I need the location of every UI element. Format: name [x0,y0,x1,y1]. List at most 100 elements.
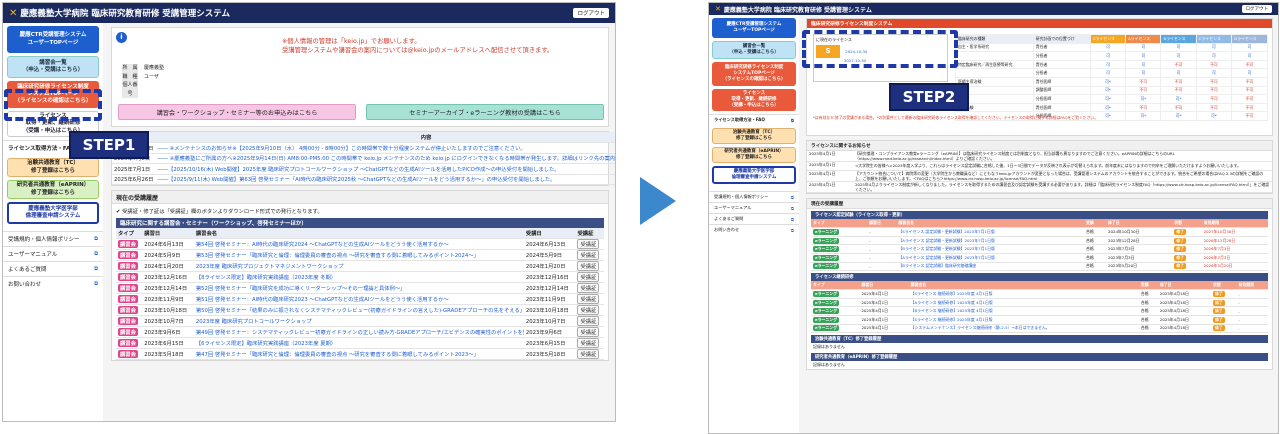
history-cell[interactable]: 【Bライセンス 継続研修】2025年度 4月1日版 [908,306,1139,316]
sidebar-button[interactable]: 慶應義塾大学医学部 倫理審査申請システム [712,166,796,184]
course-name[interactable]: 第51回 啓発セミナー：AI時代の臨床研究2023 〜ChatGPTなどの生成A… [193,293,524,305]
course-name[interactable]: 【6ライセンス限定】臨床研究実践講座（2023年度 夏期） [193,337,524,349]
sidebar-button[interactable]: 慶應CTR受講管理システム ユーザーTOPページ [7,26,99,53]
sidebar-link[interactable]: よくあるご質問 ⧉ [3,261,103,276]
done-badge: 修了 [1174,228,1187,235]
history-header: タイプ [811,219,868,229]
apply-workshop-button[interactable]: 講習会・ワークショップ・セミナー等のお申込みはこちら [118,104,356,120]
course-name[interactable]: 【8ライセンス限定】臨床研究実践講座（2023年度 冬期） [193,271,524,283]
course-name[interactable]: 2023年度 臨床研究プロジェクトマネジメントワークショップ [193,260,524,272]
course-name[interactable]: 2023年度 臨床研究プロトコールワークショップ [193,315,524,327]
sidebar-button[interactable]: 治験共通教育（TC） 修了登録はこちら [7,158,99,177]
history-sec1: ライセンス認定試験（ライセンス取得・更新） [811,211,1268,220]
certificate-button[interactable]: 受講証 [577,261,600,271]
history-cell[interactable]: 【システムメンテナンス】ライセンス継続研修（静-2-5）→本日はできません。 [908,324,1139,334]
license-grid-cell: 可 [1231,42,1268,53]
license-news-panel: ライセンスに関するお知らせ 2025年4月1日 【研究倫理・コンプライアンス教育e… [806,140,1273,195]
course-name[interactable]: 第53回 啓発セミナー「臨床研究と倫理：倫理委員の審査の視点 〜研究を審査する側… [193,249,524,261]
attend-date: 2023年12月14日 [523,282,576,294]
course-badge: 講習会 [118,262,138,270]
history-cell[interactable]: 【Aライセンス 認定試験・更新試験】2023年7月1日版 [896,236,1085,246]
logout-button[interactable]: ログアウト [1241,5,1272,13]
news-header-content: 内容 [155,132,615,143]
certificate-button[interactable]: 受講証 [577,283,600,293]
history-row: eラーニング 2025年4月1日 【システムメンテナンス】ライセンス継続研修（静-2… [811,324,1268,334]
certificate-button[interactable]: 受講証 [577,239,600,249]
history-cell[interactable]: 【Sライセンス 継続研修】2025年度 4月1日版 [908,315,1139,325]
attend-date: 2024年5月9日 [523,249,576,261]
license-grid-row: 特定臨床研究／再生医療等研究 責任者可可不可 不可 不可 [955,59,1268,70]
seminar-archive-button[interactable]: セミナーアーカイブ・eラーニング教材の受講はこちら [366,104,604,120]
history-type: eラーニング [811,289,860,299]
external-link-icon: ⧉ [94,235,98,242]
history-cell: 2023年7月3日 [1106,253,1173,263]
certificate-button[interactable]: 受講証 [577,294,600,304]
news-link[interactable]: ―― ※慶應義塾にご所属の方へ※2025年9月14日(日) AM8:00-PM5… [155,153,615,164]
license-grid-header: Aライセンス [1125,34,1162,44]
sidebar-link-label: ユーザーマニュアル [714,205,752,210]
certificate-button[interactable]: 受講証 [577,338,600,348]
history-cell[interactable]: 【Bライセンス 認定試験・更新試験】2023年7月1日版 [896,244,1085,254]
sidebar-button[interactable]: 研究者共通教育（eAPRIN） 修了登録はこちら [712,147,796,163]
logout-button[interactable]: ログアウト [573,8,609,18]
news-link[interactable]: ―― ※メンテナンスのお知らせ※【2025年9月10日（水） 4時00分 - 8… [155,142,615,154]
sidebar-link[interactable]: お問い合わせ ⧉ [3,276,103,291]
sidebar-button[interactable]: ライセンス 取得・更新、継続研修 （受講・申込はこちら） [712,89,796,111]
course-name[interactable]: 第47回 啓発セミナー「臨床研究と倫理：倫理委員の審査の視点 〜研究を審査する側… [193,348,524,360]
arrow-right-icon [640,177,676,225]
history-cell[interactable]: 【Sライセンス 継続研修】2025年度 4月1日版 [908,289,1139,299]
history-cell[interactable]: 【Sライセンス 認定試験・更新試験】2023年7月1日版 [896,227,1085,237]
sidebar-link[interactable]: よくあるご質問 ⧉ [709,213,799,224]
course-name[interactable]: 第49回 啓発セミナー：システマティックレビュー初療ガイドラインの正しい読み方-… [193,326,524,338]
course-date: 2023年10月18日 [142,304,194,316]
sidebar-link[interactable]: 受講規約・個人情報ポリシー ⧉ [709,191,799,202]
history-header: 状態 [1172,219,1202,229]
news-link[interactable]: ――【2025/10/16(木) Web開催】2025年度 臨床研究プロトコール… [155,163,615,175]
logo-icon: ✕ [9,7,18,19]
news-date: 2025年4月1日 [807,181,853,194]
license-grid-cell: 可 [1160,51,1197,61]
license-grid-cell [955,51,1034,61]
news-link[interactable]: ――【2025/9/11(木) Web開催】第63回 啓発セミナー「AI時代の臨… [155,174,615,185]
certificate-button[interactable]: 受講証 [577,349,600,359]
history-row: eラーニング 2025年4月1日 【Sライセンス 継続研修】2025年度 4月1日版… [811,315,1268,325]
license-grid-header: Bライセンス [1160,34,1197,44]
sidebar-button[interactable]: 講習会一覧 （申込・受講はこちら） [712,41,796,59]
sidebar-link[interactable]: ユーザーマニュアル ⧉ [3,246,103,261]
course-name[interactable]: 第52回 啓発セミナー「臨床研究を成功に導くリーダーシップ〜その一理論と具体例〜… [193,282,524,294]
license-grid-cell: 自主・医学系研究 [955,42,1034,53]
sidebar-link[interactable]: お問い合わせ ⧉ [709,224,799,235]
license-grid-row: 医師主導治験 責任医師 可* 不可 不可 不可 不可 [955,76,1268,87]
license-grid-cell: 可* [1160,94,1197,104]
sidebar-button[interactable]: 治験共通教育（TC） 修了登録はこちら [712,128,796,144]
license-grid: 臨床研究の種類 研究計画での位置づけ Sライセンス Aライセンス Bライセンス Cライセン… [955,34,1268,121]
certificate-button[interactable]: 受講証 [577,316,600,326]
certificate-button[interactable]: 受講証 [577,250,600,260]
sidebar-link[interactable]: 受講規約・個人情報ポリシー ⧉ [3,231,103,246]
certificate-button[interactable]: 受講証 [577,272,600,282]
history-title: 現在の受講履歴 [807,199,1272,210]
history-cell[interactable]: 【Aライセンス 継続研修】2025年度 4月1日版 [908,298,1139,308]
sidebar-link[interactable]: ユーザーマニュアル ⧉ [709,202,799,213]
sidebar-link-faq[interactable]: ライセンス取得方法・FAQ ⧉ [709,114,799,125]
news-date: 2025年4月1日 [807,151,853,163]
course-badge: 講習会 [118,350,138,358]
course-name[interactable]: 第54回 啓発セミナー：AI時代の臨床研究2024 〜ChatGPTなどの生成A… [193,238,524,250]
history-row: eラーニング - 【Sライセンス 認定試験・更新試験】2023年7月1日版 合格 202… [811,227,1268,237]
sidebar-button[interactable]: 講習会一覧 （申込・受講はこちら） [7,56,99,78]
sidebar-link-label: よくあるご質問 [8,267,47,273]
history-cell: 2025年4月1日 [859,289,909,299]
sidebar-button[interactable]: 慶應CTR受講管理システム ユーザーTOPページ [712,18,796,38]
sidebar-button[interactable]: 臨床研究研修ライセンス制度 システムTOPページ （ライセンスの確認はこちら） [712,62,796,86]
history-cell[interactable]: 【Bライセンス 認定試験】臨床研究基礎講座 [896,262,1085,272]
sidebar-button[interactable]: 慶應義塾大学医学部 倫理審査申請システム [7,202,99,224]
course-badge: 講習会 [118,317,138,325]
certificate-button[interactable]: 受講証 [577,327,600,337]
certificate-button[interactable]: 受講証 [577,305,600,315]
status-note: ✔ 受講証・修了証は「受講証」欄のボタンよりダウンロード形式での発行となります。 [116,209,323,215]
sidebar-button[interactable]: 研究者共通教育（eAPRIN） 修了登録はこちら [7,180,99,199]
history-cell[interactable]: 【Aライセンス 認定試験・更新試験】2023年7月1日版 [896,253,1085,263]
license-grid-cell: 可 [1125,68,1162,78]
course-name[interactable]: 第50回 啓発セミナー「結果のみに振されなくシステマティックレビュー(初療ガイド… [193,304,524,316]
history-type: eラーニング [811,236,868,246]
